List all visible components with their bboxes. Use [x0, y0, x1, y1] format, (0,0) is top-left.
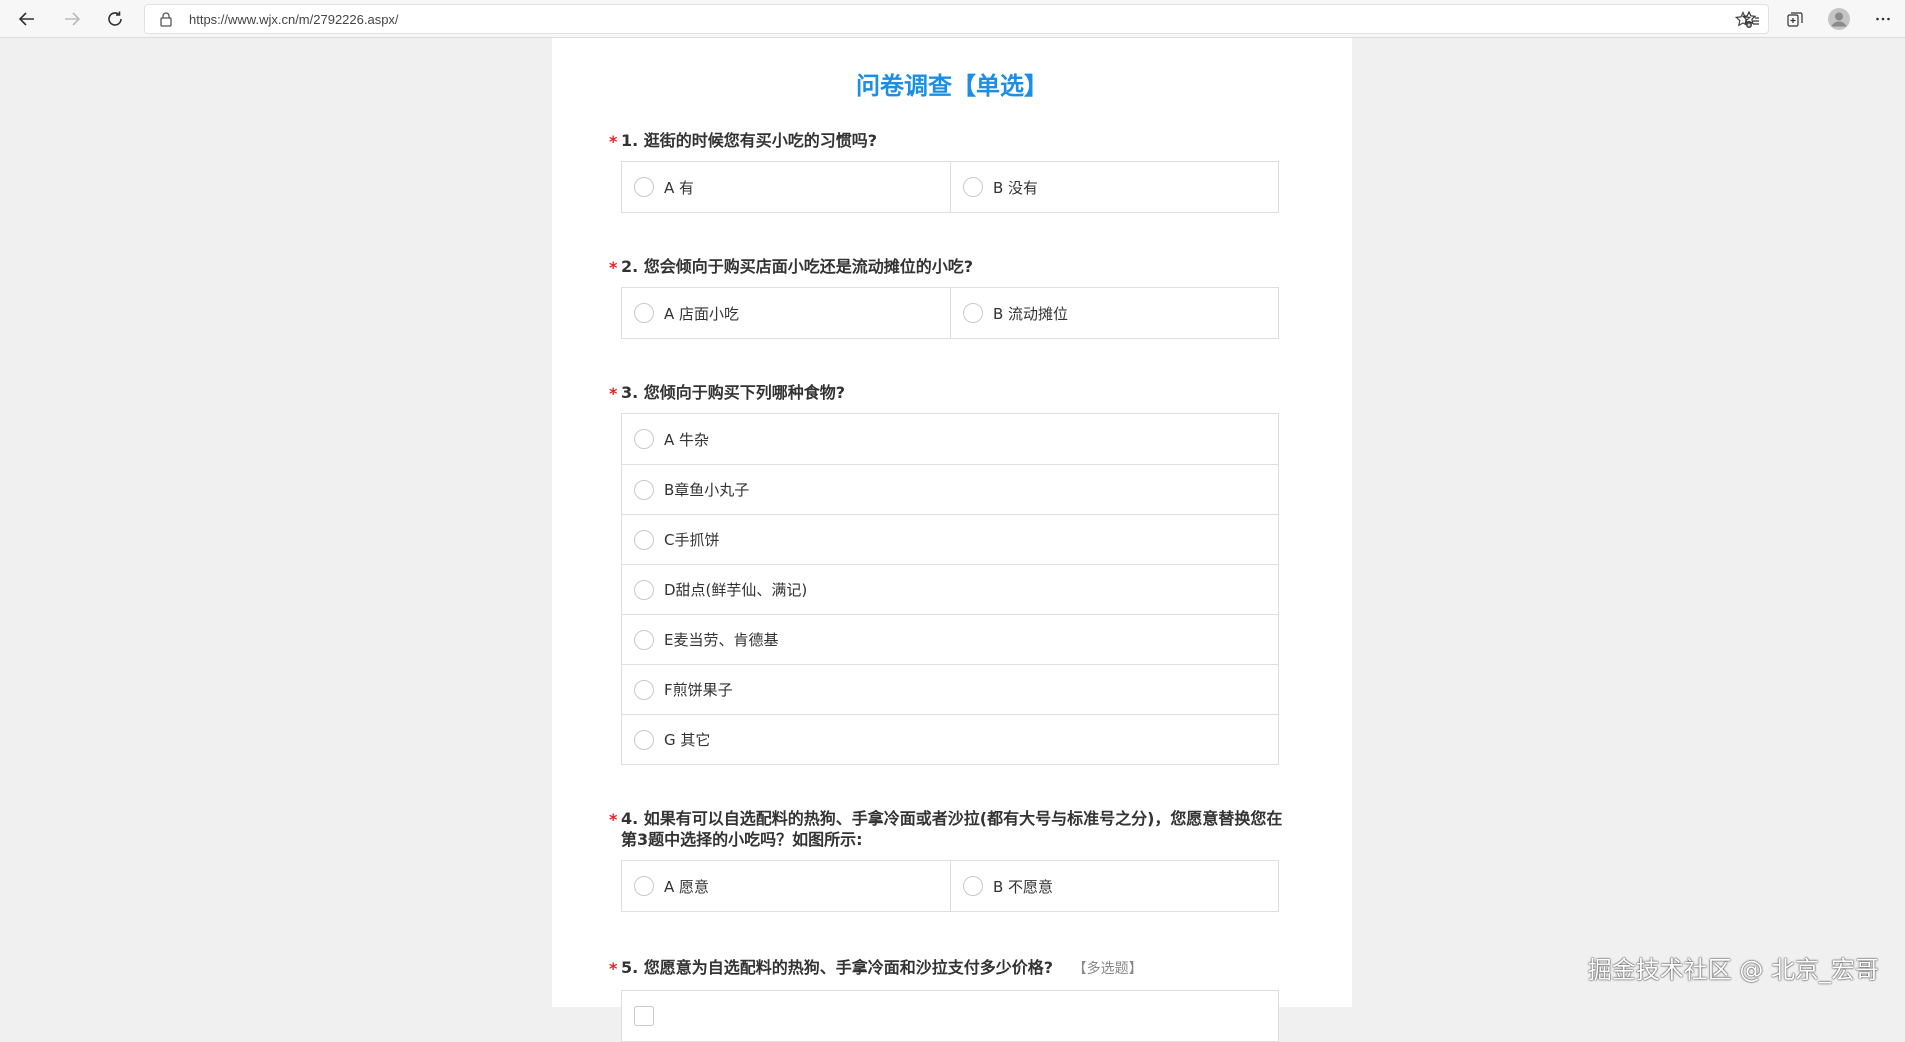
forward-button[interactable] [53, 0, 91, 38]
radio-button[interactable] [634, 629, 654, 650]
radio-button[interactable] [634, 876, 654, 896]
browser-toolbar: https://www.wjx.cn/m/2792226.aspx/ [0, 0, 1905, 38]
question-text: * 3. 您倾向于购买下列哪种食物? [609, 382, 1294, 403]
option-label: A 店面小吃 [664, 304, 740, 323]
radio-button[interactable] [963, 876, 983, 896]
avatar-icon[interactable] [1817, 0, 1861, 38]
radio-button[interactable] [634, 177, 654, 197]
option-a[interactable]: A 愿意 [622, 861, 950, 911]
question-3-options: A 牛杂 B章鱼小丸子 C手抓饼 D甜点(鲜芋仙、满记) E麦当劳、肯德基 F煎… [621, 413, 1279, 765]
collections-icon[interactable] [1773, 0, 1817, 38]
option-label: A 有 [664, 178, 695, 197]
survey-title: 问卷调查【单选】 [856, 72, 1048, 100]
question-3-text: 3. 您倾向于购买下列哪种食物? [621, 383, 846, 402]
question-text: * 5. 您愿意为自选配料的热狗、手拿冷面和沙拉支付多少价格? 【多选题】 [609, 957, 1294, 980]
question-4-options: A 愿意 B 不愿意 [621, 860, 1279, 912]
option-a[interactable]: A 店面小吃 [622, 288, 950, 338]
option-e[interactable]: E麦当劳、肯德基 [622, 614, 1278, 664]
option-f[interactable]: F煎饼果子 [622, 664, 1278, 714]
arrow-left-icon [18, 12, 34, 26]
more-icon[interactable] [1861, 0, 1905, 38]
watermark: 掘金技术社区 @ 北京_宏哥 [1587, 956, 1879, 984]
option-c[interactable]: C手抓饼 [622, 514, 1278, 564]
refresh-icon [108, 11, 122, 26]
option-a[interactable]: A 牛杂 [622, 414, 1278, 464]
question-type-tag: 【多选题】 [1072, 961, 1143, 977]
question-2: * 2. 您会倾向于购买店面小吃还是流动摊位的小吃? A 店面小吃 B 流动摊位 [609, 256, 1294, 339]
question-1: * 1. 逛街的时候您有买小吃的习惯吗? A 有 B 没有 [609, 130, 1294, 213]
question-text: * 2. 您会倾向于购买店面小吃还是流动摊位的小吃? [609, 256, 1294, 277]
lock-icon[interactable] [155, 11, 177, 27]
toolbar-right-icons [1729, 0, 1905, 38]
radio-button[interactable] [634, 729, 654, 750]
option-a[interactable]: A 有 [622, 162, 950, 212]
question-2-options: A 店面小吃 B 流动摊位 [621, 287, 1279, 339]
question-5-text: 5. 您愿意为自选配料的热狗、手拿冷面和沙拉支付多少价格? [621, 958, 1054, 977]
radio-button[interactable] [634, 303, 654, 323]
question-1-options: A 有 B 没有 [621, 161, 1279, 213]
back-button[interactable] [8, 0, 46, 38]
option-b[interactable]: B 不愿意 [950, 861, 1278, 911]
question-5: * 5. 您愿意为自选配料的热狗、手拿冷面和沙拉支付多少价格? 【多选题】 [609, 957, 1294, 1042]
option-label: A 牛杂 [664, 430, 710, 449]
checkbox[interactable] [634, 1006, 654, 1026]
required-mark: * [609, 959, 618, 978]
address-bar[interactable]: https://www.wjx.cn/m/2792226.aspx/ [144, 4, 1769, 34]
question-text: * 1. 逛街的时候您有买小吃的习惯吗? [609, 130, 1294, 151]
required-mark: * [609, 258, 618, 277]
option-b[interactable]: B 流动摊位 [950, 288, 1278, 338]
option-g[interactable]: G 其它 [622, 714, 1278, 764]
url-text[interactable]: https://www.wjx.cn/m/2792226.aspx/ [189, 12, 399, 27]
option-label: B 没有 [993, 178, 1039, 197]
required-mark: * [609, 810, 618, 829]
option-d[interactable]: D甜点(鲜芋仙、满记) [622, 564, 1278, 614]
favorites-icon[interactable] [1729, 0, 1773, 38]
refresh-button[interactable] [96, 0, 134, 38]
required-mark: * [609, 384, 618, 403]
option-b[interactable]: B 没有 [950, 162, 1278, 212]
option-label: D甜点(鲜芋仙、满记) [664, 581, 808, 599]
option-label: B 不愿意 [993, 877, 1054, 896]
radio-button[interactable] [963, 177, 983, 197]
arrow-right-icon [65, 12, 81, 26]
question-1-text: 1. 逛街的时候您有买小吃的习惯吗? [621, 131, 878, 150]
question-4: * 4. 如果有可以自选配料的热狗、手拿冷面或者沙拉(都有大号与标准号之分)，您… [609, 808, 1294, 912]
radio-button[interactable] [634, 429, 654, 449]
survey-page: 问卷调查【单选】 * 1. 逛街的时候您有买小吃的习惯吗? A 有 B 没有 *… [552, 38, 1352, 1042]
option-label: G 其它 [664, 731, 711, 749]
option-label: F煎饼果子 [664, 681, 733, 699]
option-label: E麦当劳、肯德基 [664, 631, 779, 649]
required-mark: * [609, 132, 618, 151]
option-b[interactable]: B章鱼小丸子 [622, 464, 1278, 514]
radio-button[interactable] [963, 303, 983, 323]
question-5-options [621, 990, 1279, 1042]
question-text: * 4. 如果有可以自选配料的热狗、手拿冷面或者沙拉(都有大号与标准号之分)，您… [609, 808, 1294, 850]
option-label: B章鱼小丸子 [664, 481, 750, 499]
question-2-text: 2. 您会倾向于购买店面小吃还是流动摊位的小吃? [621, 257, 974, 276]
radio-button[interactable] [634, 479, 654, 500]
option-label: B 流动摊位 [993, 304, 1069, 323]
question-4-text: 4. 如果有可以自选配料的热狗、手拿冷面或者沙拉(都有大号与标准号之分)，您愿意… [621, 809, 1283, 849]
radio-button[interactable] [634, 579, 654, 600]
radio-button[interactable] [634, 529, 654, 550]
radio-button[interactable] [634, 679, 654, 700]
option-label: C手抓饼 [664, 531, 720, 549]
question-3: * 3. 您倾向于购买下列哪种食物? A 牛杂 B章鱼小丸子 C手抓饼 D甜点(… [609, 382, 1294, 765]
option-a[interactable] [622, 991, 1278, 1041]
option-label: A 愿意 [664, 877, 710, 896]
